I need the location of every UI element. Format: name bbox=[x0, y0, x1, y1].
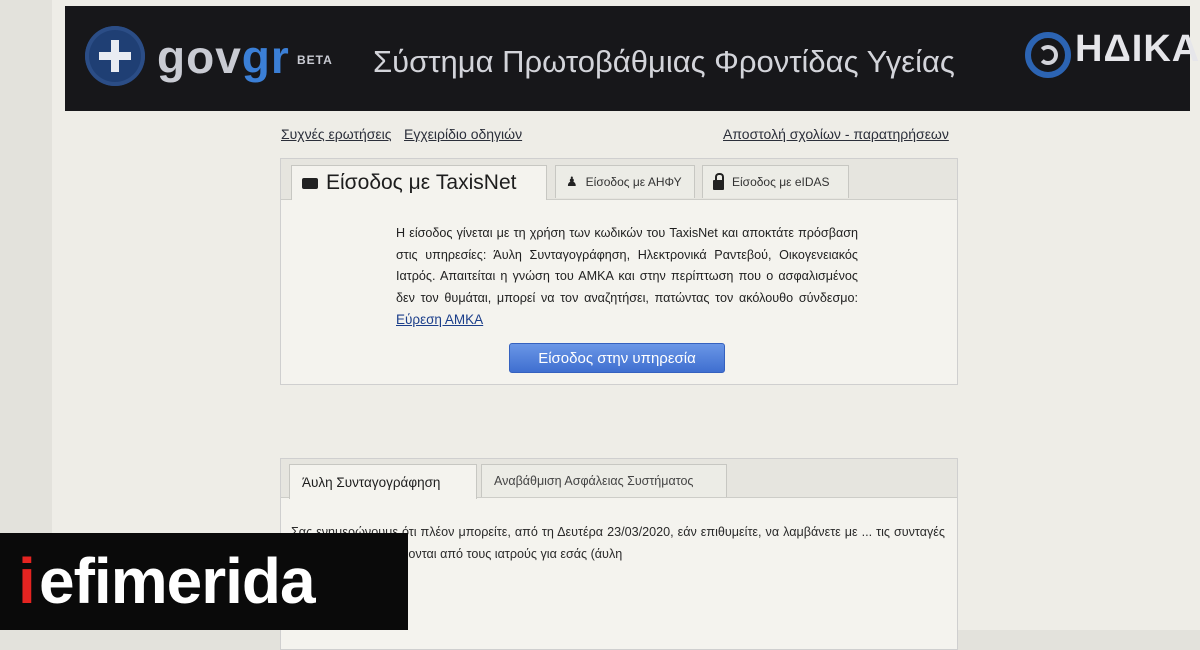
login-description: Η είσοδος γίνεται με τη χρήση των κωδικώ… bbox=[396, 223, 858, 332]
tab-ahfy[interactable]: ♟ Είσοδος με ΑΗΦΥ bbox=[555, 165, 695, 198]
logo-gr: gr bbox=[241, 31, 290, 83]
login-button[interactable]: Είσοδος στην υπηρεσία bbox=[509, 343, 725, 373]
find-amka-link[interactable]: Εύρεση ΑΜΚΑ bbox=[396, 312, 483, 327]
greek-emblem-logo bbox=[85, 26, 145, 86]
tab-eidas[interactable]: Είσοδος με eIDAS bbox=[702, 165, 849, 198]
tab-eidas-label: Είσοδος με eIDAS bbox=[732, 175, 830, 189]
tab-security-upgrade[interactable]: Αναβάθμιση Ασφάλειας Συστήματος bbox=[481, 464, 727, 497]
user-icon: ♟ bbox=[566, 174, 578, 189]
info-tabbar: Άυλη Συνταγογράφηση Αναβάθμιση Ασφάλειας… bbox=[281, 459, 957, 499]
system-title: Σύστημα Πρωτοβάθμιας Φροντίδας Υγείας bbox=[373, 44, 955, 79]
feedback-link[interactable]: Αποστολή σχολίων - παρατηρήσεων bbox=[723, 126, 949, 142]
logo-gov: gov bbox=[157, 31, 242, 83]
govgr-logo[interactable]: govgr bbox=[157, 30, 290, 84]
idika-logo-text: ΗΔΙΚΑ bbox=[1075, 28, 1200, 70]
login-tabbar: Είσοδος με TaxisNet ♟ Είσοδος με ΑΗΦΥ Εί… bbox=[281, 159, 957, 200]
beta-label: BETA bbox=[297, 53, 333, 67]
manual-link[interactable]: Εγχειρίδιο οδηγιών bbox=[404, 126, 522, 142]
iefimerida-watermark: i efimerida bbox=[0, 533, 408, 630]
watermark-i: i bbox=[18, 545, 36, 617]
tab-taxisnet[interactable]: Είσοδος με TaxisNet bbox=[291, 165, 547, 200]
login-description-text: Η είσοδος γίνεται με τη χρήση των κωδικώ… bbox=[396, 226, 858, 305]
id-card-icon bbox=[302, 177, 318, 189]
tab-taxisnet-label: Είσοδος με TaxisNet bbox=[326, 171, 517, 194]
tab-prescription[interactable]: Άυλη Συνταγογράφηση bbox=[289, 464, 477, 499]
site-header: govgr BETA Σύστημα Πρωτοβάθμιας Φροντίδα… bbox=[65, 6, 1199, 111]
tab-ahfy-label: Είσοδος με ΑΗΦΥ bbox=[585, 175, 682, 189]
watermark-text: efimerida bbox=[39, 545, 316, 617]
login-panel: Είσοδος με TaxisNet ♟ Είσοδος με ΑΗΦΥ Εί… bbox=[280, 158, 958, 385]
faq-link[interactable]: Συχνές ερωτήσεις bbox=[281, 126, 392, 142]
idika-logo-icon bbox=[1025, 32, 1071, 78]
lock-icon bbox=[713, 173, 724, 190]
